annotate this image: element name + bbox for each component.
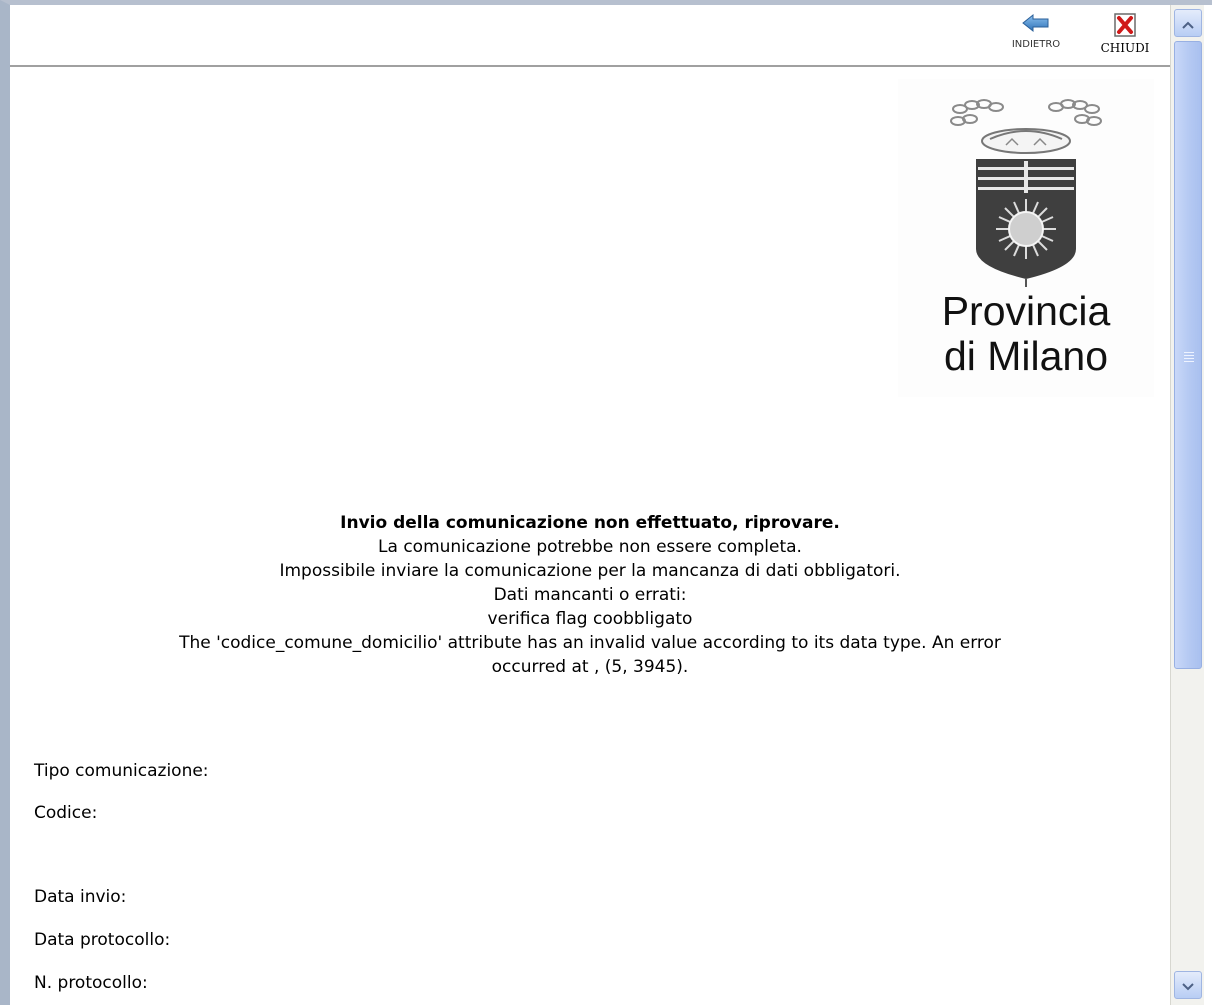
scroll-thumb[interactable]	[1174, 41, 1202, 669]
error-line: Impossibile inviare la comunicazione per…	[279, 561, 901, 581]
logo-text-line2: di Milano	[943, 333, 1109, 379]
arrow-left-icon	[1021, 13, 1051, 37]
toolbar: INDIETRO CHIUDI	[10, 5, 1170, 67]
close-x-icon	[1114, 13, 1136, 41]
error-line: The 'codice_comune_domicilio' attribute …	[179, 633, 1001, 653]
scroll-up-button[interactable]	[1174, 9, 1202, 37]
error-line: Dati mancanti o errati:	[493, 585, 687, 605]
error-line: occurred at , (5, 3945).	[491, 657, 689, 677]
back-button-label: INDIETRO	[1011, 39, 1061, 50]
close-button-label: CHIUDI	[1100, 41, 1150, 55]
error-title: Invio della comunicazione non effettuato…	[340, 513, 840, 533]
provincia-logo: Provincia di Milano	[898, 79, 1154, 397]
back-button[interactable]: INDIETRO	[996, 13, 1076, 50]
close-button[interactable]: CHIUDI	[1090, 13, 1160, 55]
chevron-up-icon	[1182, 14, 1194, 33]
error-line: verifica flag coobbligato	[487, 609, 693, 629]
chevron-down-icon	[1182, 976, 1194, 995]
logo-text-line1: Provincia	[941, 288, 1111, 334]
coat-of-arms-icon	[950, 99, 1102, 287]
vertical-scrollbar[interactable]	[1170, 5, 1204, 1005]
content-area: Provincia di Milano Invio della comunica…	[10, 67, 1170, 1005]
scroll-down-button[interactable]	[1174, 971, 1202, 999]
field-data-protocollo: Data protocollo:	[34, 930, 171, 950]
error-message: Invio della comunicazione non effettuato…	[30, 511, 1150, 679]
field-tipo-comunicazione: Tipo comunicazione:	[34, 761, 209, 781]
field-codice: Codice:	[34, 803, 98, 823]
field-data-invio: Data invio:	[34, 887, 127, 907]
field-n-protocollo: N. protocollo:	[34, 973, 148, 993]
error-line: La comunicazione potrebbe non essere com…	[378, 537, 802, 557]
